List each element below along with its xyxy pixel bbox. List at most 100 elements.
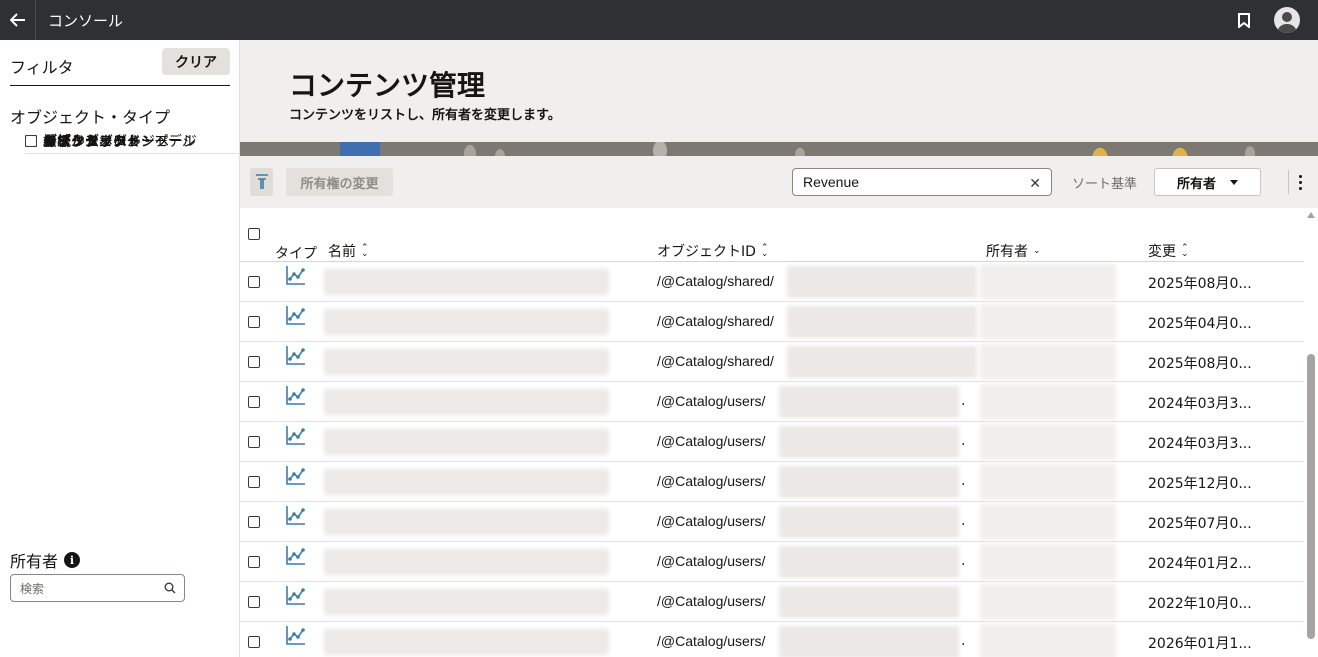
table-row[interactable]: /@Catalog/users/ . 2024年03月3... (240, 422, 1304, 462)
redacted-name[interactable] (324, 469, 609, 495)
more-dot (1299, 174, 1302, 178)
redacted-owner (980, 544, 1116, 580)
row-checkbox[interactable] (248, 636, 260, 648)
redacted-object-id (779, 626, 959, 657)
redacted-owner (980, 344, 1116, 380)
back-arrow-icon (9, 13, 25, 27)
clear-filters-button[interactable]: クリア (162, 48, 230, 75)
user-avatar[interactable] (1274, 7, 1300, 33)
workbook-icon (286, 466, 305, 485)
modified-date: 2025年12月0... (1148, 476, 1252, 492)
top-bar: コンソール (0, 0, 1318, 40)
redacted-object-id (779, 426, 959, 458)
redacted-owner (980, 264, 1116, 300)
content-search-input[interactable]: Revenue ✕ (792, 168, 1052, 196)
redacted-name[interactable] (324, 309, 609, 335)
object-id: /@Catalog/shared/ (657, 353, 774, 369)
content-table: タイプ 名前 ⌃ ⌄ オブジェクトID ⌃ ⌄ 所有者 ⌄ 変更 ⌃ ⌄ /@Catalog/… (240, 208, 1304, 657)
redacted-owner (980, 424, 1116, 460)
redacted-name[interactable] (324, 429, 609, 455)
table-row[interactable]: /@Catalog/users/ . 2024年03月3... (240, 382, 1304, 422)
checkbox[interactable] (25, 135, 37, 148)
table-header: タイプ 名前 ⌃ ⌄ オブジェクトID ⌃ ⌄ 所有者 ⌄ 変更 ⌃ ⌄ (240, 208, 1304, 262)
table-row[interactable]: /@Catalog/shared/ 2025年08月0... (240, 262, 1304, 302)
row-checkbox[interactable] (248, 276, 260, 288)
scrollbar-thumb[interactable] (1307, 354, 1315, 639)
ellipsis: . (961, 433, 966, 449)
row-checkbox[interactable] (248, 556, 260, 568)
column-header-object-id[interactable]: オブジェクトID ⌃ ⌄ (657, 241, 768, 261)
redacted-owner (980, 584, 1116, 620)
more-dot (1299, 180, 1302, 184)
table-row[interactable]: /@Catalog/users/ . 2024年01月2... (240, 542, 1304, 582)
row-checkbox[interactable] (248, 396, 260, 408)
row-checkbox[interactable] (248, 516, 260, 528)
bookmark-button[interactable] (1224, 0, 1264, 40)
table-row[interactable]: /@Catalog/users/ . 2026年01月1... (240, 622, 1304, 657)
modified-date: 2025年04月0... (1148, 316, 1252, 332)
column-header-name[interactable]: 名前 ⌃ ⌄ (328, 241, 369, 261)
row-checkbox[interactable] (248, 596, 260, 608)
search-icon (164, 582, 176, 594)
object-id: /@Catalog/users/ (657, 513, 766, 529)
redacted-object-id (779, 586, 959, 618)
redacted-name[interactable] (324, 549, 609, 575)
table-row[interactable]: /@Catalog/shared/ 2025年04月0... (240, 302, 1304, 342)
app-title: コンソール (48, 11, 124, 30)
workbook-icon (286, 306, 305, 325)
redacted-name[interactable] (324, 269, 609, 295)
scroll-up-icon[interactable] (1307, 212, 1315, 218)
object-id: /@Catalog/users/ (657, 393, 766, 409)
redacted-object-id (779, 386, 959, 418)
ellipsis: . (961, 633, 966, 649)
sort-select[interactable]: 所有者 (1154, 168, 1261, 196)
banner-decoration (240, 142, 1318, 156)
object-id: /@Catalog/users/ (657, 633, 766, 649)
more-actions-button[interactable] (1288, 170, 1312, 194)
modified-date: 2026年01月1... (1148, 636, 1252, 652)
table-row[interactable]: /@Catalog/users/ . 2025年07月0... (240, 502, 1304, 542)
filter-icon (255, 174, 268, 189)
sort-desc-icon: ⌄ (1033, 246, 1041, 256)
row-checkbox[interactable] (248, 316, 260, 328)
redacted-name[interactable] (324, 589, 609, 615)
filter-toggle-button[interactable] (250, 168, 273, 196)
row-checkbox[interactable] (248, 436, 260, 448)
table-scrollbar[interactable] (1304, 208, 1318, 657)
modified-date: 2022年10月0... (1148, 596, 1252, 612)
object-id: /@Catalog/users/ (657, 433, 766, 449)
change-ownership-button[interactable]: 所有権の変更 (286, 168, 393, 196)
select-all-checkbox[interactable] (248, 228, 260, 240)
redacted-name[interactable] (324, 389, 609, 415)
modified-date: 2025年07月0... (1148, 516, 1252, 532)
owner-search-input[interactable]: 検索 (10, 574, 185, 602)
redacted-name[interactable] (324, 349, 609, 375)
redacted-name[interactable] (324, 509, 609, 535)
workbook-icon (286, 346, 305, 365)
filter-header: フィルタ クリア (10, 48, 230, 86)
filter-title: フィルタ (10, 58, 74, 77)
object-id: /@Catalog/users/ (657, 593, 766, 609)
info-icon[interactable]: i (64, 552, 81, 568)
row-checkbox[interactable] (248, 476, 260, 488)
redacted-owner (980, 624, 1116, 657)
sort-icon: ⌃ ⌄ (760, 243, 769, 259)
modified-date: 2024年03月3... (1148, 396, 1252, 412)
page-header: コンテンツ管理 コンテンツをリストし、所有者を変更します。 (240, 40, 1318, 156)
sort-icon: ⌃ ⌄ (361, 243, 369, 259)
row-checkbox[interactable] (248, 356, 260, 368)
table-row[interactable]: /@Catalog/shared/ 2025年08月0... (240, 342, 1304, 382)
table-row[interactable]: /@Catalog/users/ . 2025年12月0... (240, 462, 1304, 502)
ellipsis: . (961, 553, 966, 569)
content-toolbar: 所有権の変更 Revenue ✕ ソート基準 所有者 (240, 156, 1318, 208)
column-header-owner[interactable]: 所有者 ⌄ (986, 241, 1041, 261)
column-header-modified[interactable]: 変更 ⌃ ⌄ (1148, 241, 1189, 261)
back-button[interactable] (0, 0, 36, 40)
ellipsis: . (961, 473, 966, 489)
redacted-name[interactable] (324, 629, 609, 655)
table-row[interactable]: /@Catalog/users/ 2022年10月0... (240, 582, 1304, 622)
object-id: /@Catalog/shared/ (657, 313, 774, 329)
clear-search-icon[interactable]: ✕ (1029, 175, 1041, 192)
bookmark-icon (1238, 12, 1250, 28)
redacted-owner (980, 504, 1116, 540)
